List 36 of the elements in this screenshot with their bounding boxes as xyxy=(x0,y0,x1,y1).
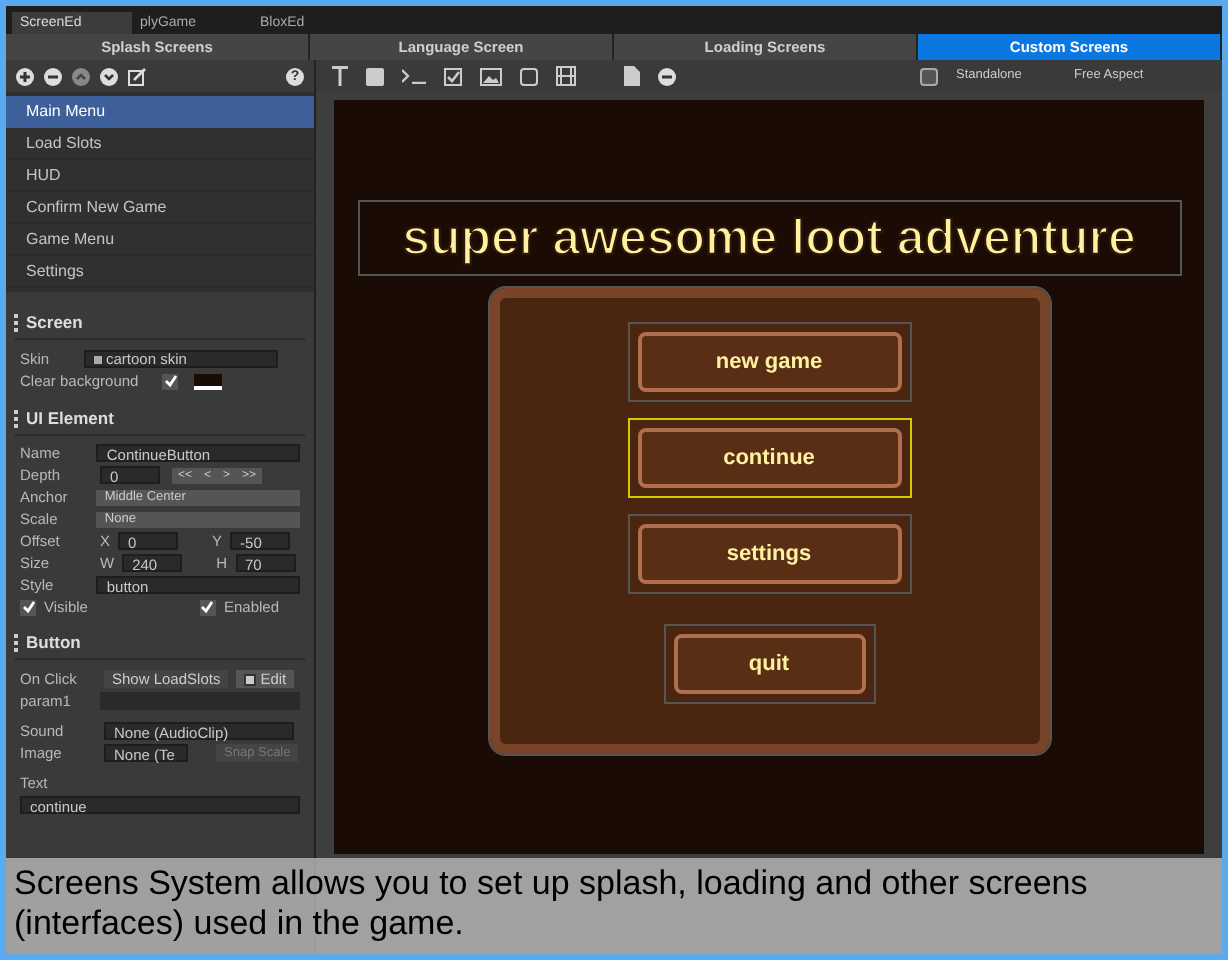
screen-list-item[interactable]: Settings xyxy=(6,256,314,288)
menu-button[interactable]: continue xyxy=(627,418,911,498)
move-up-icon[interactable] xyxy=(72,67,90,85)
frame-tool-icon[interactable] xyxy=(520,67,538,85)
image-tool-icon[interactable] xyxy=(480,67,502,85)
remove-icon[interactable] xyxy=(658,67,676,85)
skin-icon xyxy=(94,355,102,363)
checkbox-tool-icon[interactable] xyxy=(444,67,462,85)
cube-icon xyxy=(244,673,257,685)
screen-list-item[interactable]: HUD xyxy=(6,160,314,192)
game-title: super awesome loot adventure xyxy=(357,200,1181,276)
edit-icon[interactable] xyxy=(128,67,146,85)
section-title: UI Element xyxy=(26,406,114,432)
screen-list-item[interactable]: Confirm New Game xyxy=(6,192,314,224)
menu-button[interactable]: settings xyxy=(627,514,911,594)
text-tool-icon[interactable] xyxy=(332,66,348,86)
terminal-icon[interactable] xyxy=(402,68,426,84)
move-down-icon[interactable] xyxy=(100,67,118,85)
remove-icon[interactable] xyxy=(44,67,62,85)
color-swatch[interactable] xyxy=(194,373,223,389)
section-title: Screen xyxy=(26,310,83,336)
add-icon[interactable] xyxy=(16,67,34,85)
toggle-button[interactable] xyxy=(920,67,938,85)
film-icon[interactable] xyxy=(556,66,576,86)
checkbox[interactable] xyxy=(199,599,216,615)
document-icon[interactable] xyxy=(624,66,640,86)
menu-button[interactable]: new game xyxy=(627,322,911,402)
screen-list-item[interactable]: Game Menu xyxy=(6,224,314,256)
box-tool-icon[interactable] xyxy=(366,67,384,85)
checkbox[interactable] xyxy=(20,599,36,615)
menu-button[interactable]: quit xyxy=(663,624,875,704)
checkbox[interactable] xyxy=(162,373,179,389)
section-title: Button xyxy=(26,630,81,656)
caption: Screens System allows you to set up splash, loading and other screens (interfaces) used in the game. xyxy=(6,858,1222,954)
screen-list-item[interactable]: Load Slots xyxy=(6,128,314,160)
screen-list-item[interactable]: Main Menu xyxy=(6,96,314,128)
